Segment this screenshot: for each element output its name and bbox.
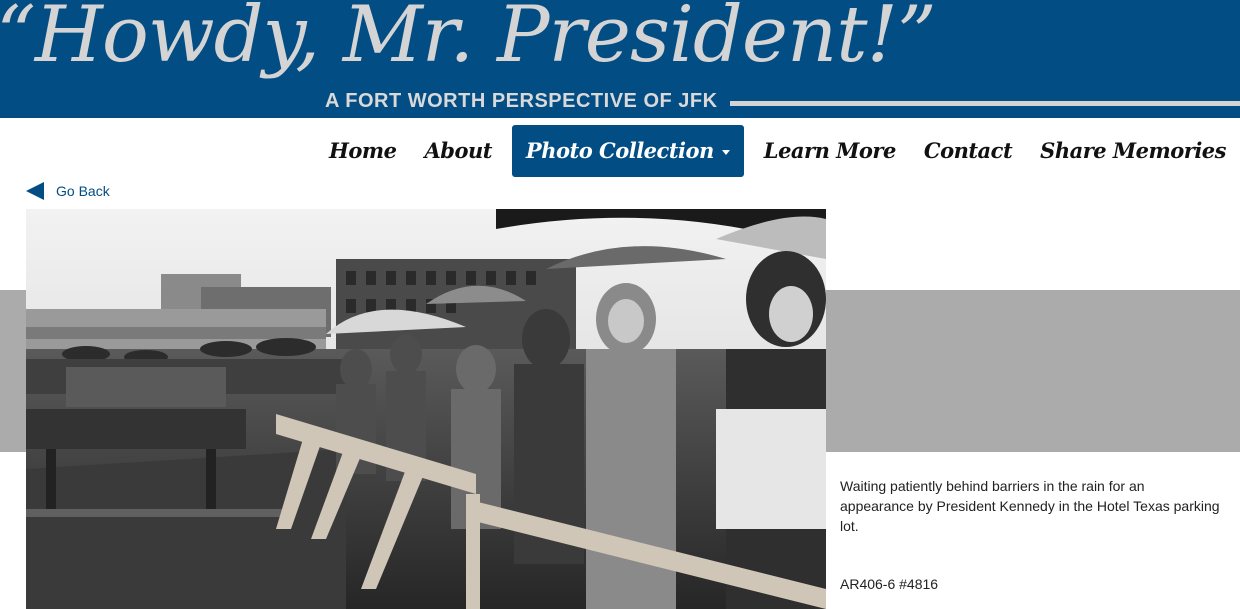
- nav-contact[interactable]: Contact: [910, 125, 1026, 177]
- nav-learn-more[interactable]: Learn More: [750, 125, 910, 177]
- back-arrow-icon: [26, 182, 44, 200]
- nav-photo-collection-label: Photo Collection: [525, 138, 714, 163]
- photo-reference: AR406-6 #4816: [840, 576, 939, 592]
- go-back-link[interactable]: Go Back: [26, 182, 110, 200]
- site-subtitle: A FORT WORTH PERSPECTIVE OF JFK: [325, 90, 718, 112]
- subtitle-rule: [730, 101, 1240, 106]
- nav-share-memories[interactable]: Share Memories: [1026, 125, 1240, 177]
- photo-illustration: [26, 209, 826, 609]
- go-back-label: Go Back: [56, 183, 110, 199]
- main-nav: Home About Photo Collection Learn More C…: [315, 125, 1240, 177]
- chevron-down-icon: [721, 150, 730, 155]
- nav-about[interactable]: About: [410, 125, 505, 177]
- site-title[interactable]: “Howdy, Mr. President!”: [0, 0, 937, 80]
- nav-home[interactable]: Home: [315, 125, 410, 177]
- nav-photo-collection[interactable]: Photo Collection: [511, 125, 744, 177]
- header-banner: “Howdy, Mr. President!” A FORT WORTH PER…: [0, 0, 1240, 118]
- archive-photo: [26, 209, 826, 609]
- photo-caption: Waiting patiently behind barriers in the…: [840, 478, 1220, 534]
